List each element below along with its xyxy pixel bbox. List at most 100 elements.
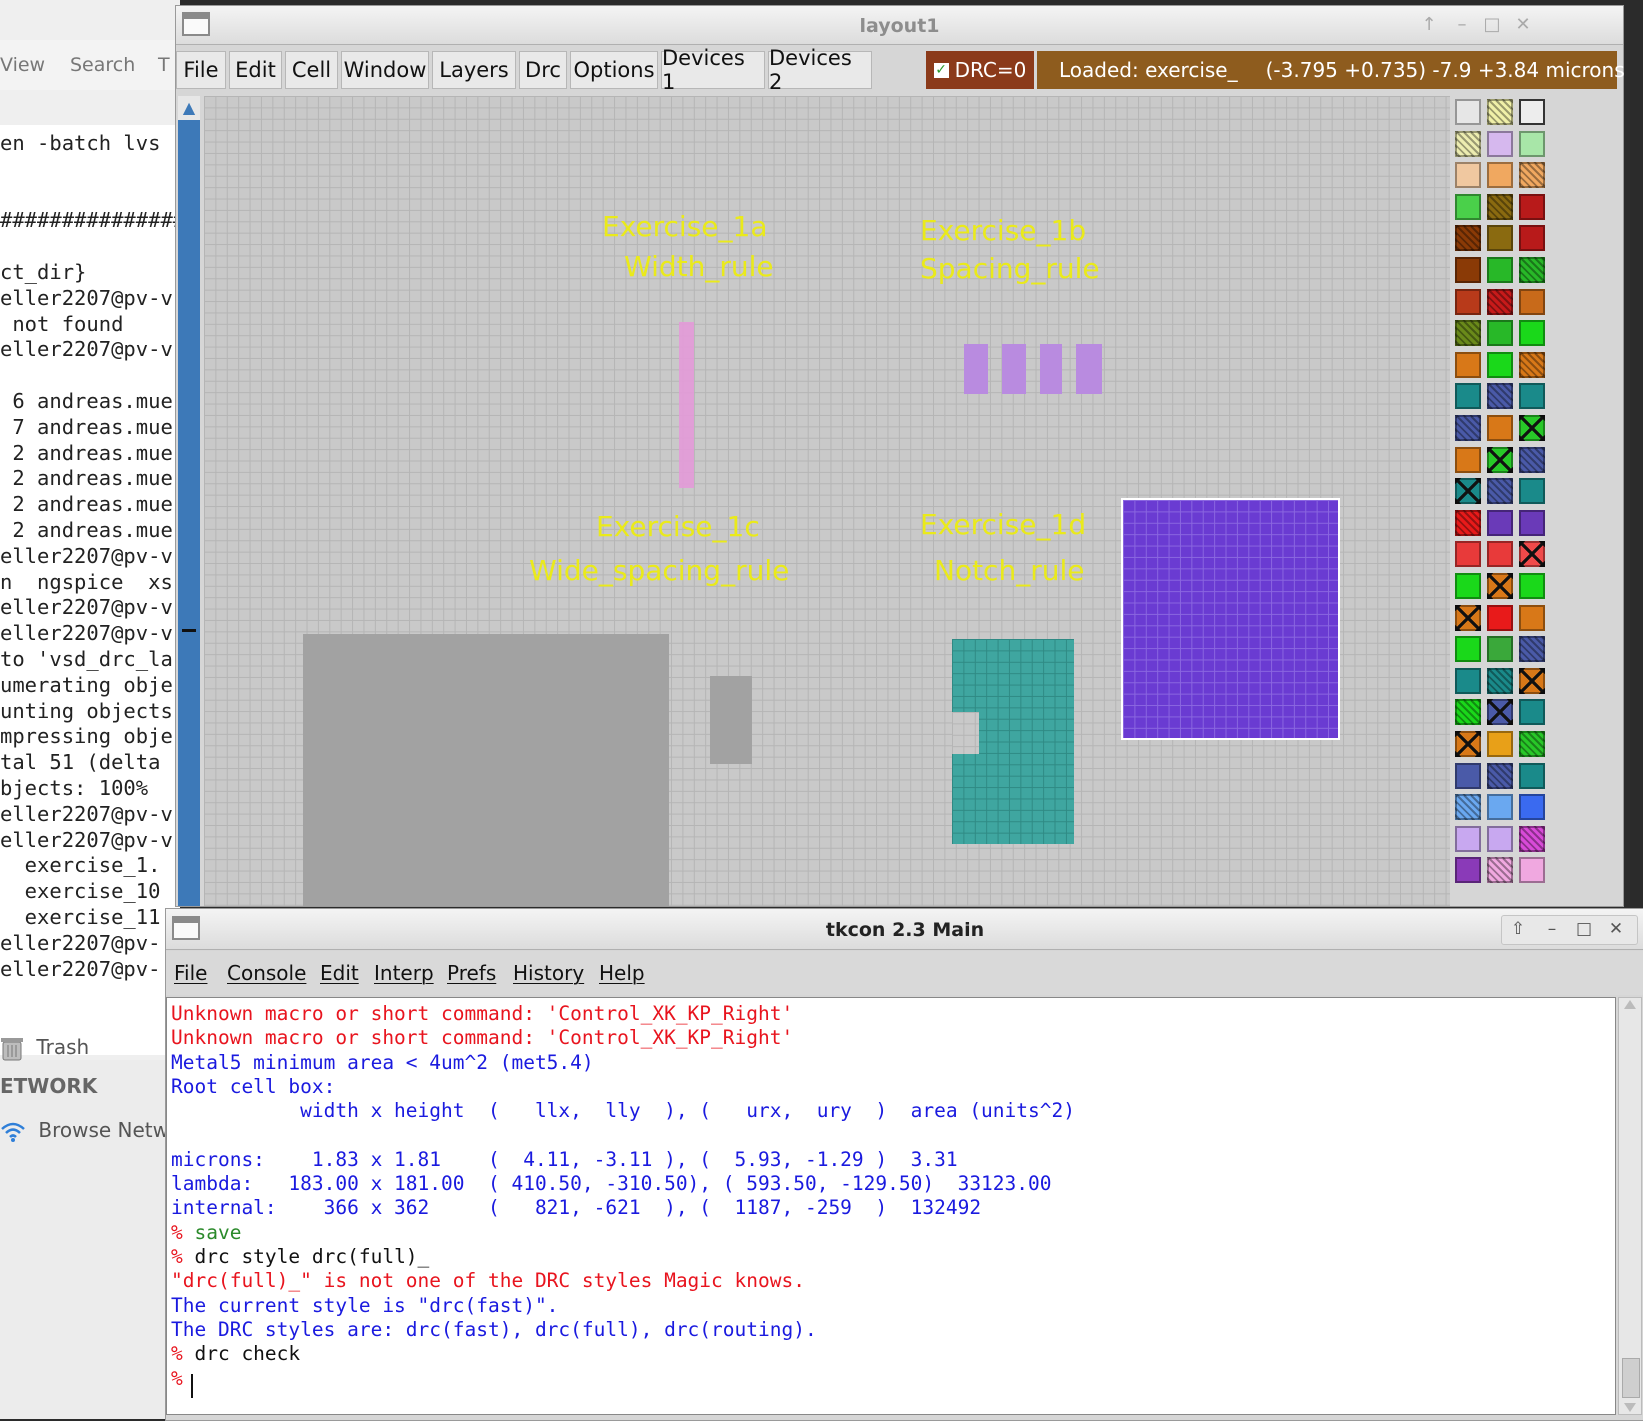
layer-swatch[interactable] xyxy=(1519,225,1545,252)
menu-devices-2[interactable]: Devices 2 xyxy=(768,46,872,94)
layer-swatch[interactable] xyxy=(1519,99,1545,125)
shape-spacing-rect-2[interactable] xyxy=(1002,344,1026,394)
drc-status-button[interactable]: ✓ DRC=0 xyxy=(926,51,1034,89)
layer-swatch[interactable] xyxy=(1455,415,1481,441)
layer-swatch[interactable] xyxy=(1519,415,1545,441)
layer-swatch[interactable] xyxy=(1455,509,1481,536)
layer-swatch[interactable] xyxy=(1487,699,1513,726)
layer-swatch[interactable] xyxy=(1487,193,1513,220)
layer-swatch[interactable] xyxy=(1487,320,1513,347)
layer-swatch[interactable] xyxy=(1487,257,1513,283)
layer-swatch[interactable] xyxy=(1487,636,1513,663)
scroll-up-arrow-icon[interactable] xyxy=(1624,1000,1636,1009)
layer-swatch[interactable] xyxy=(1455,541,1481,568)
layer-swatch[interactable] xyxy=(1519,320,1545,347)
menu-edit[interactable]: Edit xyxy=(229,51,282,89)
layer-swatch[interactable] xyxy=(1487,99,1513,125)
layer-swatch[interactable] xyxy=(1519,667,1545,694)
layout-titlebar[interactable]: layout1 ↑ – □ ✕ xyxy=(176,6,1623,45)
menu-interp[interactable]: Interp xyxy=(374,961,434,985)
layer-swatch[interactable] xyxy=(1455,794,1481,821)
shape-width-rule-wire[interactable] xyxy=(679,322,694,488)
layer-swatch[interactable] xyxy=(1519,699,1545,726)
layer-swatch[interactable] xyxy=(1487,794,1513,821)
layer-swatch[interactable] xyxy=(1487,857,1513,884)
menu-console[interactable]: Console xyxy=(227,961,306,985)
sidebar-item-browse-network[interactable]: Browse Netw xyxy=(0,1118,169,1143)
layer-swatch[interactable] xyxy=(1519,193,1545,220)
scroll-position-marker[interactable] xyxy=(182,629,196,632)
menu-view[interactable]: View xyxy=(0,54,45,76)
layer-swatch[interactable] xyxy=(1487,288,1513,315)
minimize-icon[interactable]: – xyxy=(1540,919,1564,939)
maximize-icon[interactable]: □ xyxy=(1572,919,1596,939)
layer-swatch[interactable] xyxy=(1455,320,1481,347)
layer-swatch[interactable] xyxy=(1487,509,1513,536)
layer-swatch[interactable] xyxy=(1455,667,1481,694)
layer-swatch[interactable] xyxy=(1455,99,1481,125)
layer-swatch[interactable] xyxy=(1455,857,1481,884)
layer-swatch[interactable] xyxy=(1455,225,1481,252)
layer-swatch[interactable] xyxy=(1455,731,1481,757)
shape-spacing-rect-3[interactable] xyxy=(1040,344,1062,394)
layer-swatch[interactable] xyxy=(1487,162,1513,189)
layer-swatch[interactable] xyxy=(1487,541,1513,568)
console-output[interactable]: Unknown macro or short command: 'Control… xyxy=(166,997,1616,1415)
background-terminal-output[interactable]: en -batch lvs ############### ct_dir} eller… xyxy=(0,125,180,1055)
layer-swatch[interactable] xyxy=(1455,351,1481,378)
layer-swatch[interactable] xyxy=(1519,573,1545,599)
menu-edit[interactable]: Edit xyxy=(320,961,359,985)
sidebar-item-trash[interactable]: Trash xyxy=(0,1035,89,1062)
layer-swatch[interactable] xyxy=(1519,478,1545,505)
shade-icon[interactable]: ⇧ xyxy=(1506,919,1530,939)
layer-swatch[interactable] xyxy=(1455,383,1481,410)
layer-swatch[interactable] xyxy=(1487,225,1513,252)
layer-swatch[interactable] xyxy=(1455,162,1481,189)
layer-swatch[interactable] xyxy=(1487,604,1513,631)
layer-swatch[interactable] xyxy=(1519,257,1545,283)
layer-swatch[interactable] xyxy=(1487,573,1513,599)
scrollbar-thumb[interactable] xyxy=(1622,1358,1640,1398)
layer-swatch[interactable] xyxy=(1455,130,1481,157)
menu-terminal[interactable]: T xyxy=(158,54,170,76)
layer-swatch[interactable] xyxy=(1487,383,1513,410)
layer-swatch[interactable] xyxy=(1455,573,1481,599)
scroll-up-arrow-icon[interactable]: ▲ xyxy=(178,96,200,120)
close-icon[interactable]: ✕ xyxy=(1512,14,1534,35)
menu-file[interactable]: File xyxy=(176,51,226,89)
menu-devices-1[interactable]: Devices 1 xyxy=(661,46,765,94)
layer-swatch[interactable] xyxy=(1455,193,1481,220)
layer-swatch[interactable] xyxy=(1487,478,1513,505)
shade-icon[interactable]: ↑ xyxy=(1418,14,1440,35)
menu-prefs[interactable]: Prefs xyxy=(447,961,496,985)
layer-swatch[interactable] xyxy=(1487,762,1513,789)
layer-swatch[interactable] xyxy=(1519,794,1545,821)
layer-swatch[interactable] xyxy=(1487,825,1513,852)
menu-file[interactable]: File xyxy=(174,961,207,985)
layer-swatch[interactable] xyxy=(1519,762,1545,789)
layer-swatch[interactable] xyxy=(1455,699,1481,726)
layer-swatch[interactable] xyxy=(1519,857,1545,884)
close-icon[interactable]: ✕ xyxy=(1604,919,1628,939)
layer-swatch[interactable] xyxy=(1519,636,1545,663)
menu-help[interactable]: Help xyxy=(599,961,645,985)
layer-swatch[interactable] xyxy=(1455,257,1481,283)
layer-swatch[interactable] xyxy=(1519,825,1545,852)
vertical-scrollbar[interactable]: ▲ xyxy=(178,96,200,906)
maximize-icon[interactable]: □ xyxy=(1481,14,1503,35)
layer-swatch[interactable] xyxy=(1455,604,1481,631)
layer-swatch[interactable] xyxy=(1519,731,1545,757)
layer-swatch[interactable] xyxy=(1519,288,1545,315)
shape-selected-box[interactable] xyxy=(1121,498,1340,740)
console-scrollbar[interactable] xyxy=(1618,997,1642,1415)
menu-history[interactable]: History xyxy=(513,961,584,985)
layout-canvas[interactable]: Exercise_1a Width_rule Exercise_1b Spaci… xyxy=(204,96,1450,906)
layer-swatch[interactable] xyxy=(1487,731,1513,757)
shape-spacing-rect-4[interactable] xyxy=(1076,344,1102,394)
shape-wide-spacing-small[interactable] xyxy=(710,676,752,764)
scroll-down-arrow-icon[interactable] xyxy=(1624,1403,1636,1412)
layer-swatch[interactable] xyxy=(1455,825,1481,852)
layer-swatch[interactable] xyxy=(1519,604,1545,631)
layer-swatch[interactable] xyxy=(1487,667,1513,694)
menu-drc[interactable]: Drc xyxy=(519,51,567,89)
